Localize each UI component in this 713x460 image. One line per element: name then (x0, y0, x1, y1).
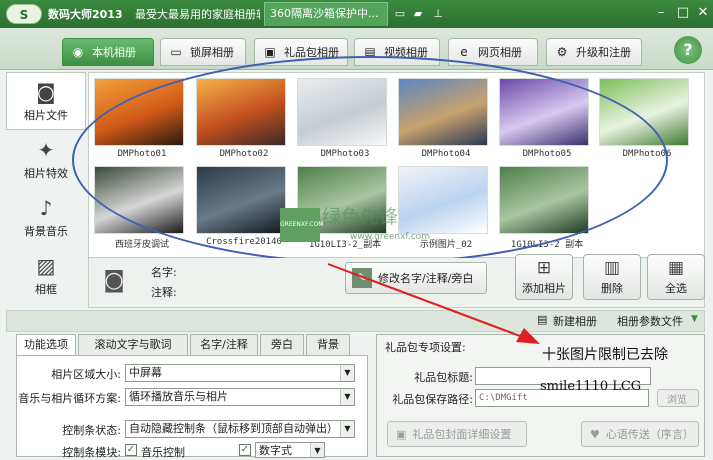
arrow-head (516, 328, 540, 344)
annotation-text-signature: smile1110 LCG (540, 379, 642, 394)
annotation-text-limit-removed: 十张图片限制已去除 (542, 347, 668, 363)
arrow-line (327, 263, 521, 337)
